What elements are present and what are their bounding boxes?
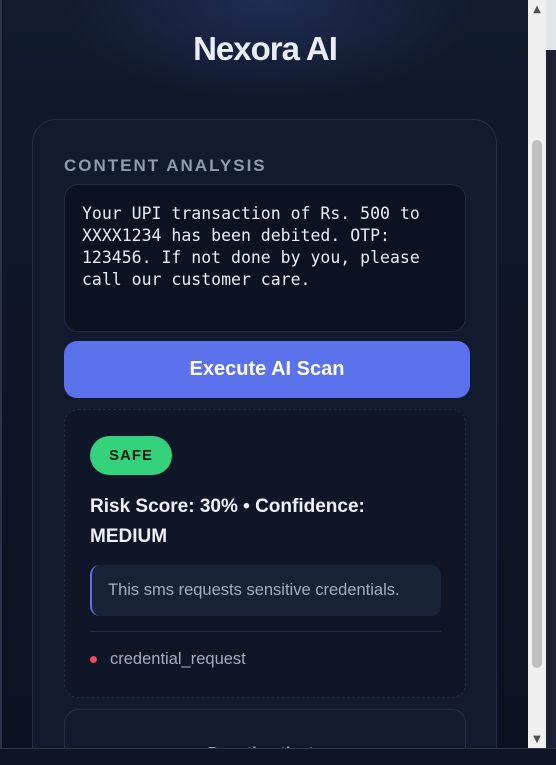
background-window-strip <box>546 0 556 748</box>
scroll-up-arrow-icon[interactable]: ▲ <box>528 0 546 18</box>
scroll-down-arrow-icon[interactable]: ▼ <box>528 730 546 748</box>
app-title: Nexora AI <box>193 30 338 67</box>
deauthenticate-button[interactable]: Deauthenticate <box>64 709 466 748</box>
flag-dot-icon <box>90 656 97 663</box>
reason-text: This sms requests sensitive credentials. <box>108 581 400 599</box>
section-label: CONTENT ANALYSIS <box>64 156 267 175</box>
result-panel: SAFE Risk Score: 30% • Confidence: MEDIU… <box>64 409 466 698</box>
scrollbar[interactable]: ▲ ▼ <box>528 0 546 748</box>
background-window-strip-top <box>546 0 556 50</box>
reason-box: This sms requests sensitive credentials. <box>90 565 441 616</box>
window-bottom-edge <box>0 748 556 765</box>
divider <box>90 631 441 632</box>
execute-scan-button[interactable]: Execute AI Scan <box>64 341 470 398</box>
flag-label: credential_request <box>110 650 246 668</box>
scroll-thumb[interactable] <box>532 140 542 668</box>
status-badge: SAFE <box>90 436 172 475</box>
risk-summary: Risk Score: 30% • Confidence: MEDIUM <box>90 496 365 547</box>
flag-item: credential_request <box>90 650 246 669</box>
content-input[interactable]: Your UPI transaction of Rs. 500 to XXXX1… <box>64 184 466 332</box>
app-panel: Nexora AI CONTENT ANALYSIS Your UPI tran… <box>2 0 528 748</box>
analysis-card: CONTENT ANALYSIS Your UPI transaction of… <box>32 119 497 748</box>
